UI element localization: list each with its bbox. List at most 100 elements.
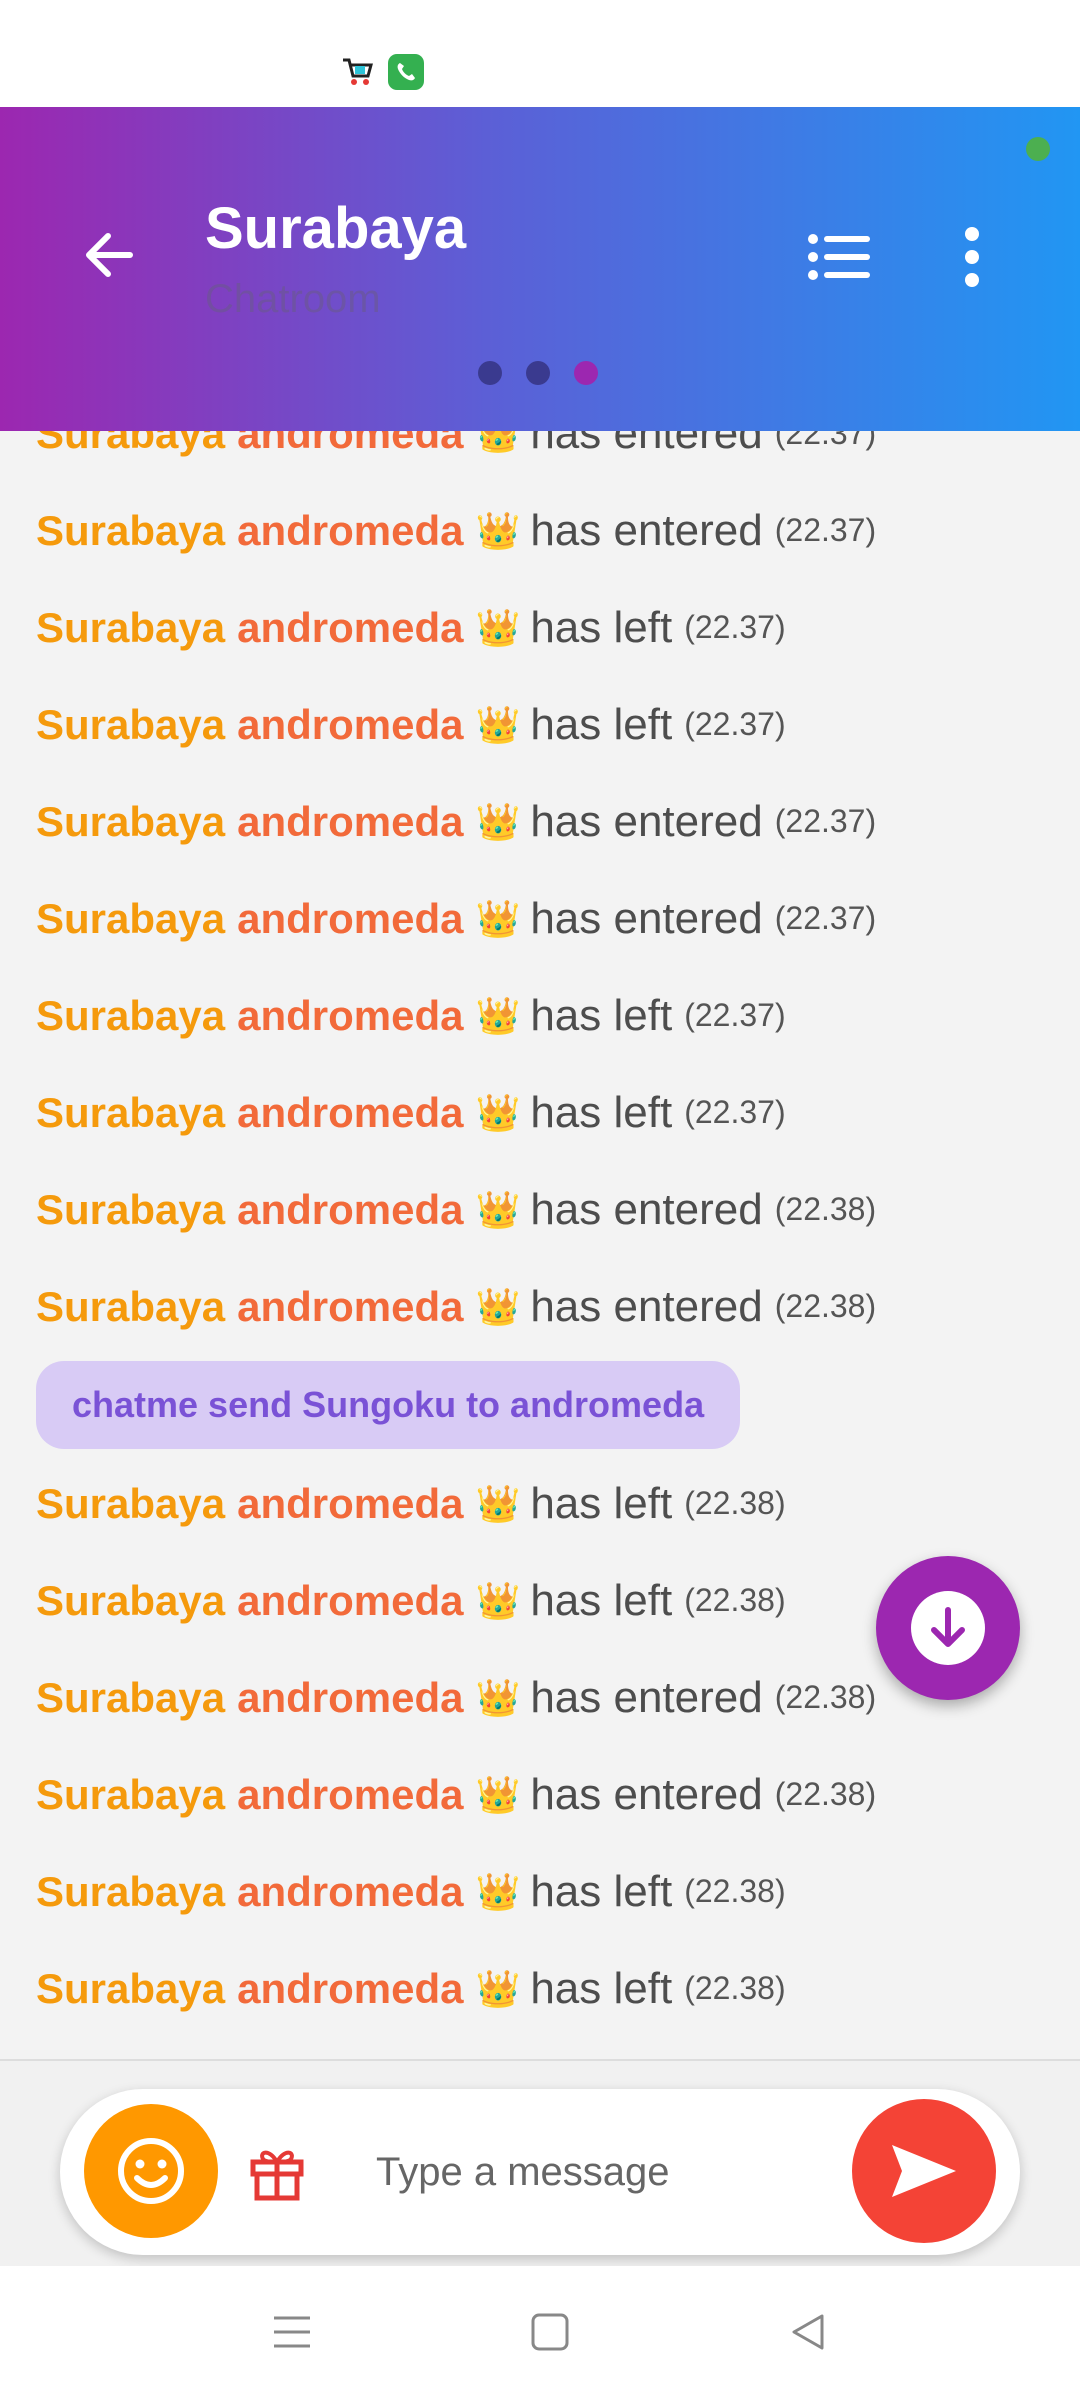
user-name-first[interactable]: Surabaya [36,895,225,943]
user-name-second[interactable]: andromeda [237,798,463,846]
user-name-first[interactable]: Surabaya [36,1868,225,1916]
event-time: (22.38) [774,1776,877,1812]
event-action: has left [530,602,673,652]
home-square-icon [531,2313,569,2351]
arrow-down-circle-icon [911,1591,985,1665]
user-name-first[interactable]: Surabaya [36,1577,225,1625]
event-time: (22.38) [774,1288,877,1324]
user-name-first[interactable]: Surabaya [36,798,225,846]
user-name-first[interactable]: Surabaya [36,431,225,458]
event-action: has entered [530,1672,763,1722]
event-time: (22.37) [684,1094,786,1130]
event-time: (22.38) [684,1485,786,1521]
user-name-second[interactable]: andromeda [237,1965,463,2013]
chatroom-subtitle: Chatroom [205,277,381,321]
crown-icon: 👑 [475,431,521,454]
presence-event-row: Surabaya andromeda 👑 has left (22.37) [0,676,1080,773]
presence-event-row: Surabaya andromeda 👑 has entered (22.37) [0,431,1080,482]
user-name-first[interactable]: Surabaya [36,1480,225,1528]
user-name-first[interactable]: Surabaya [36,507,225,555]
event-action: has entered [530,893,763,943]
presence-event-row: Surabaya andromeda 👑 has left (22.37) [0,1064,1080,1161]
user-name-second[interactable]: andromeda [237,1283,463,1331]
crown-icon: 👑 [475,994,521,1036]
phone-call-notification-icon [388,54,424,90]
presence-event-row: Surabaya andromeda 👑 has entered (22.38) [0,1746,1080,1843]
back-button[interactable] [72,219,144,291]
page-indicator-dot [574,361,598,385]
event-time: (22.37) [684,997,786,1033]
back-triangle-icon [792,2314,824,2350]
crown-icon: 👑 [475,1579,521,1621]
event-action: has left [530,1575,673,1625]
event-action: has left [530,1478,673,1528]
nav-menu-button[interactable] [262,2302,322,2362]
user-name-first[interactable]: Surabaya [36,1674,225,1722]
crown-icon: 👑 [475,1482,521,1524]
user-name-first[interactable]: Surabaya [36,1771,225,1819]
user-name-first[interactable]: Surabaya [36,604,225,652]
user-name-second[interactable]: andromeda [237,1480,463,1528]
user-name-second[interactable]: andromeda [237,701,463,749]
nav-home-button[interactable] [520,2302,580,2362]
event-action: has left [530,699,673,749]
user-name-second[interactable]: andromeda [237,1674,463,1722]
emoji-button[interactable] [84,2104,218,2238]
user-name-first[interactable]: Surabaya [36,1965,225,2013]
event-action: has left [530,1087,673,1137]
crown-icon: 👑 [475,606,521,648]
user-name-first[interactable]: Surabaya [36,1089,225,1137]
event-time: (22.37) [684,706,786,742]
user-name-second[interactable]: andromeda [237,1577,463,1625]
event-action: has entered [530,796,763,846]
event-time: (22.38) [684,1873,786,1909]
nav-back-button[interactable] [778,2302,838,2362]
participants-list-button[interactable] [800,225,880,289]
gift-icon [250,2150,304,2201]
menu-icon [274,2316,310,2348]
user-name-second[interactable]: andromeda [237,1868,463,1916]
user-name-second[interactable]: andromeda [237,992,463,1040]
user-name-first[interactable]: Surabaya [36,1283,225,1331]
message-input[interactable] [376,2137,856,2207]
user-name-second[interactable]: andromeda [237,1186,463,1234]
event-time: (22.37) [684,609,786,645]
online-status-dot [1026,137,1050,161]
crown-icon: 👑 [475,800,521,842]
presence-event-row: Surabaya andromeda 👑 has entered (22.37) [0,482,1080,579]
user-name-first[interactable]: Surabaya [36,992,225,1040]
scroll-to-bottom-button[interactable] [876,1556,1020,1700]
more-options-button[interactable] [940,217,1004,297]
send-button[interactable] [852,2099,996,2243]
user-name-second[interactable]: andromeda [237,507,463,555]
gift-notification: chatme send Sungoku to andromeda [36,1361,741,1449]
user-name-second[interactable]: andromeda [237,604,463,652]
chat-message-list[interactable]: Surabaya andromeda 👑 has entered (22.37) Sura… [0,431,1080,2059]
user-name-first[interactable]: Surabaya [36,1186,225,1234]
page-indicator-dot [478,361,502,385]
event-time: (22.38) [684,1582,786,1618]
message-composer-area [0,2059,1080,2266]
event-time: (22.37) [774,512,877,548]
presence-event-row: Surabaya andromeda 👑 has entered (22.38) [0,1258,1080,1355]
user-name-second[interactable]: andromeda [237,431,463,458]
user-name-second[interactable]: andromeda [237,895,463,943]
user-name-first[interactable]: Surabaya [36,701,225,749]
event-time: (22.38) [684,1970,786,2006]
gift-button[interactable] [244,2139,310,2205]
chatroom-title: Surabaya [205,196,467,261]
crown-icon: 👑 [475,897,521,939]
crown-icon: 👑 [475,1676,521,1718]
crown-icon: 👑 [475,1967,521,2009]
page-indicator-dot [526,361,550,385]
event-action: has entered [530,1281,763,1331]
event-action: has entered [530,1769,763,1819]
user-name-second[interactable]: andromeda [237,1771,463,1819]
crown-icon: 👑 [475,1773,521,1815]
status-bar [0,0,1080,107]
crown-icon: 👑 [475,1091,521,1133]
crown-icon: 👑 [475,509,521,551]
notification-icons [340,54,424,90]
presence-event-row: Surabaya andromeda 👑 has left (22.37) [0,967,1080,1064]
user-name-second[interactable]: andromeda [237,1089,463,1137]
